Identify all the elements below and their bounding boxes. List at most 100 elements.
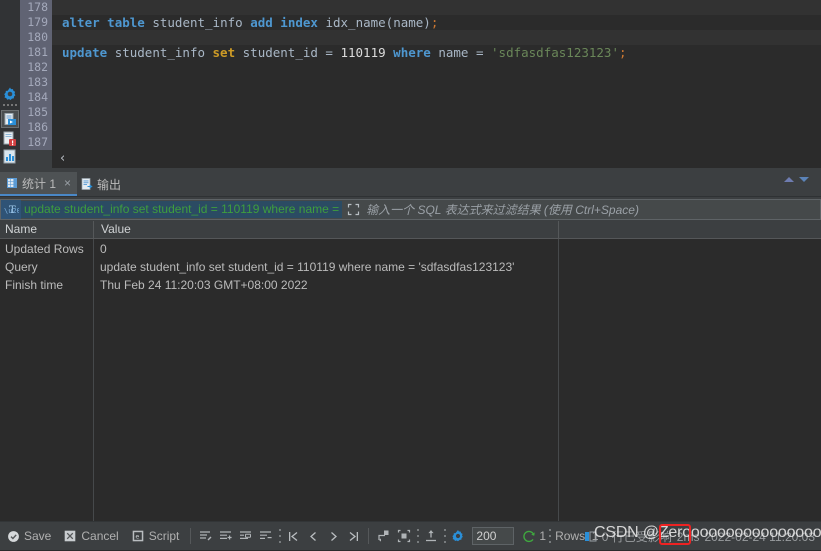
line-number: 179 bbox=[27, 15, 48, 29]
table-row[interactable]: Finish time Thu Feb 24 11:20:03 GMT+08:0… bbox=[0, 276, 821, 294]
tab-output-label: 输出 bbox=[97, 177, 122, 192]
output-icon bbox=[81, 178, 93, 190]
row-value-cell[interactable]: update student_info set student_id = 110… bbox=[96, 258, 558, 276]
code-line[interactable] bbox=[52, 105, 821, 120]
svg-text:e: e bbox=[135, 533, 139, 541]
tab-scroll-arrows[interactable] bbox=[784, 177, 809, 182]
code-token: 110119 bbox=[340, 45, 386, 60]
row-value-cell[interactable]: 0 bbox=[96, 240, 558, 258]
scroll-up-icon[interactable] bbox=[784, 177, 794, 182]
toolbar-overflow-dots[interactable] bbox=[443, 529, 446, 543]
stop-execution-icon[interactable] bbox=[2, 131, 18, 147]
last-page-icon bbox=[346, 529, 360, 543]
last-page-button[interactable] bbox=[343, 522, 363, 550]
add-row-button[interactable] bbox=[216, 522, 236, 550]
code-line[interactable] bbox=[52, 60, 821, 75]
prev-page-button[interactable] bbox=[303, 522, 323, 550]
result-filter-bar[interactable]: \u2039 T update student_info set student… bbox=[0, 199, 821, 220]
header-divider-2[interactable] bbox=[558, 221, 559, 238]
code-line[interactable] bbox=[52, 0, 821, 15]
tab-statistics[interactable]: 统计 1 × bbox=[0, 172, 78, 196]
editor-horizontal-scroll-strip[interactable]: ‹ bbox=[52, 150, 821, 168]
line-number: 182 bbox=[27, 60, 48, 74]
row-name-cell[interactable]: Finish time bbox=[0, 276, 90, 294]
cancel-label: Cancel bbox=[81, 529, 119, 543]
line-number: 184 bbox=[27, 90, 48, 104]
code-token: table bbox=[107, 15, 145, 30]
remove-row-icon bbox=[259, 529, 273, 543]
refresh-icon[interactable] bbox=[522, 529, 536, 543]
code-token: student_info bbox=[152, 15, 243, 30]
header-divider-1[interactable] bbox=[93, 221, 94, 238]
code-line[interactable] bbox=[52, 135, 821, 150]
table-row[interactable]: Updated Rows 0 bbox=[0, 240, 821, 258]
filter-input-placeholder[interactable]: 输入一个 SQL 表达式来过滤结果 (使用 Ctrl+Space) bbox=[366, 201, 639, 218]
save-button[interactable]: Save bbox=[0, 522, 57, 550]
code-token: = bbox=[317, 45, 341, 60]
sql-editor-area[interactable]: 178 179 180 181 182 183 184 185 186 187 alter tab… bbox=[0, 0, 821, 150]
finish-timestamp-status: 2022-02-24 11:20:03 bbox=[704, 529, 815, 544]
code-token: student_info bbox=[114, 45, 205, 60]
code-line[interactable] bbox=[52, 120, 821, 135]
code-token: ; bbox=[618, 45, 627, 60]
run-script-button[interactable] bbox=[1, 110, 19, 128]
select-all-button[interactable] bbox=[394, 522, 414, 550]
grid-icon bbox=[7, 178, 17, 188]
code-token: index bbox=[280, 15, 318, 30]
edit-value-icon bbox=[239, 529, 253, 543]
edit-value-button[interactable] bbox=[236, 522, 256, 550]
remove-row-button[interactable] bbox=[256, 522, 276, 550]
filter-query-chip[interactable]: update student_info set student_id = 110… bbox=[21, 201, 343, 218]
code-token: 'sdfasdfas123123' bbox=[491, 45, 619, 60]
expand-icon[interactable] bbox=[344, 200, 362, 219]
row-name-cell[interactable]: Updated Rows bbox=[0, 240, 90, 258]
code-line[interactable] bbox=[52, 30, 821, 45]
editor-line-number-gutter: 178 179 180 181 182 183 184 185 186 187 bbox=[20, 0, 52, 150]
first-page-button[interactable] bbox=[283, 522, 303, 550]
column-header-name[interactable]: Name bbox=[0, 221, 90, 238]
database-chart-icon[interactable] bbox=[2, 149, 18, 165]
code-line[interactable] bbox=[52, 75, 821, 90]
transpose-button[interactable] bbox=[196, 522, 216, 550]
line-number: 178 bbox=[27, 0, 48, 14]
settings-button[interactable] bbox=[448, 522, 468, 550]
sql-code-pane[interactable]: alter table student_info add index idx_n… bbox=[52, 0, 821, 150]
row-name-cell[interactable]: Query bbox=[0, 258, 90, 276]
tab-statistics-close-icon[interactable]: × bbox=[64, 177, 71, 189]
reload-page-icon bbox=[377, 529, 391, 543]
tab-statistics-label: 统计 1 bbox=[22, 176, 57, 191]
page-size-input[interactable] bbox=[472, 527, 515, 545]
export-button[interactable] bbox=[421, 522, 441, 550]
result-toolbar[interactable]: Save Cancel e Script 200 1 Rows: 1 0 行已受… bbox=[0, 521, 821, 550]
run-script-icon bbox=[4, 113, 16, 125]
collapse-left-caret-icon[interactable]: ‹ bbox=[60, 151, 65, 166]
scroll-down-icon[interactable] bbox=[799, 177, 809, 182]
column-header-value[interactable]: Value bbox=[96, 221, 558, 238]
script-button[interactable]: e Script bbox=[125, 522, 186, 550]
row-value-cell[interactable]: Thu Feb 24 11:20:03 GMT+08:00 2022 bbox=[96, 276, 558, 294]
transpose-icon bbox=[199, 529, 213, 543]
cancel-button[interactable]: Cancel bbox=[57, 522, 124, 550]
tab-output[interactable]: 输出 bbox=[75, 172, 127, 196]
line-number: 186 bbox=[27, 120, 48, 134]
toolbar-overflow-dots[interactable] bbox=[548, 529, 551, 543]
settings-gear-icon[interactable] bbox=[2, 86, 18, 102]
toolbar-overflow-dots[interactable] bbox=[278, 529, 281, 543]
code-line[interactable] bbox=[52, 90, 821, 105]
prev-page-icon bbox=[306, 529, 320, 543]
code-token: update bbox=[62, 45, 108, 60]
next-page-button[interactable] bbox=[323, 522, 343, 550]
code-line[interactable]: update student_info set student_id = 110… bbox=[52, 45, 821, 60]
script-label: Script bbox=[148, 529, 180, 543]
toolbar-overflow-dots[interactable] bbox=[416, 529, 419, 543]
reload-page-button[interactable] bbox=[374, 522, 394, 550]
results-tab-bar[interactable]: 统计 1 × 输出 bbox=[0, 172, 821, 197]
result-table[interactable]: Name Value Updated Rows 0 Query update s… bbox=[0, 221, 821, 521]
table-row[interactable]: Query update student_info set student_id… bbox=[0, 258, 821, 276]
code-line[interactable]: alter table student_info add index idx_n… bbox=[52, 15, 821, 30]
rows-affected-status: 0 行已受影响 bbox=[601, 530, 672, 544]
code-token: where bbox=[393, 45, 431, 60]
line-number: 180 bbox=[27, 30, 48, 44]
save-label: Save bbox=[24, 529, 52, 543]
